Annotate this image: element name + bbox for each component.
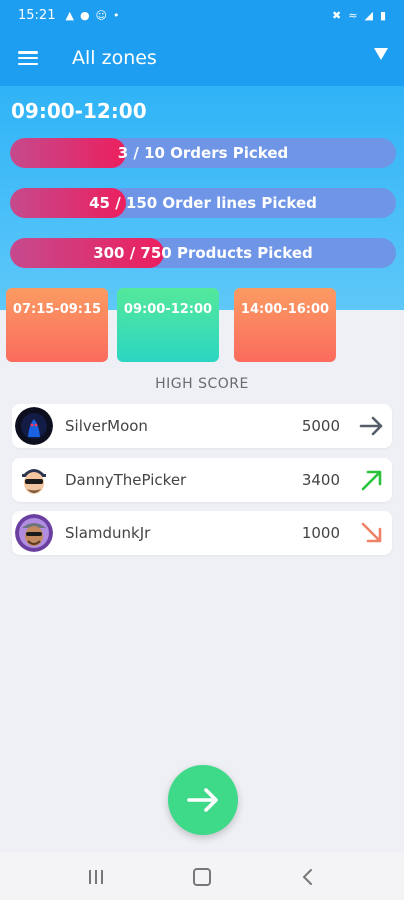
- high-score-row[interactable]: DannyThePicker 3400: [12, 458, 392, 502]
- high-score-row[interactable]: SilverMoon 5000: [12, 404, 392, 448]
- smiley-icon: ☺: [95, 8, 108, 22]
- high-score-row[interactable]: SlamdunkJr 1000: [12, 511, 392, 555]
- avatar: [15, 461, 53, 499]
- avatar: [15, 407, 53, 445]
- app-bar: All zones: [0, 30, 404, 86]
- status-time: 15:21: [18, 7, 56, 23]
- dropdown-triangle-icon[interactable]: [374, 48, 388, 60]
- player-name: DannyThePicker: [65, 471, 187, 489]
- player-name: SlamdunkJr: [65, 524, 151, 542]
- home-icon[interactable]: [191, 866, 213, 888]
- figure-icon: ●: [79, 8, 90, 22]
- orders-progress-bar: 3 / 10 Orders Picked: [10, 138, 396, 168]
- products-progress-label: 300 / 750 Products Picked: [93, 244, 313, 262]
- time-slot-card[interactable]: 07:15-09:15: [6, 288, 108, 362]
- order-lines-progress-bar: 45 / 150 Order lines Picked: [10, 188, 396, 218]
- status-bar: 15:21 ▲ ● ☺ • ✖ ≈ ◢ ▮: [0, 0, 404, 30]
- order-lines-progress-label: 45 / 150 Order lines Picked: [89, 194, 317, 212]
- dot-icon: •: [113, 8, 120, 22]
- player-score: 3400: [301, 471, 340, 489]
- signal-icon: ◢: [364, 8, 373, 22]
- avatar: [15, 514, 53, 552]
- battery-icon: ▮: [379, 8, 386, 22]
- zone-title[interactable]: All zones: [72, 47, 157, 69]
- time-slot-card[interactable]: 14:00-16:00: [234, 288, 336, 362]
- mute-icon: ✖: [332, 8, 342, 22]
- status-left-icons: ▲ ● ☺ •: [65, 9, 119, 22]
- current-slot-panel: 09:00-12:00 3 / 10 Orders Picked 45 / 15…: [0, 86, 404, 310]
- shopping-bag-icon: ▲: [65, 8, 74, 22]
- wifi-icon: ≈: [348, 8, 358, 22]
- system-nav-bar: [0, 852, 404, 900]
- arrow-up-right-trend-icon: [361, 470, 382, 491]
- orders-progress-label: 3 / 10 Orders Picked: [117, 144, 289, 162]
- arrow-right-icon: [187, 788, 218, 812]
- arrow-down-right-trend-icon: [361, 522, 382, 543]
- player-score: 5000: [301, 417, 340, 435]
- player-score: 1000: [301, 524, 340, 542]
- player-name: SilverMoon: [65, 417, 148, 435]
- time-slot-card-active[interactable]: 09:00-12:00: [117, 288, 219, 362]
- back-icon[interactable]: [297, 866, 319, 888]
- arrow-right-trend-icon: [359, 416, 383, 436]
- recents-icon[interactable]: [85, 866, 107, 888]
- current-slot-title: 09:00-12:00: [11, 99, 147, 123]
- high-score-title: HIGH SCORE: [155, 376, 249, 392]
- hamburger-menu-icon[interactable]: [18, 51, 38, 65]
- products-progress-bar: 300 / 750 Products Picked: [10, 238, 396, 268]
- status-right-icons: ✖ ≈ ◢ ▮: [332, 9, 386, 22]
- next-button[interactable]: [168, 765, 238, 835]
